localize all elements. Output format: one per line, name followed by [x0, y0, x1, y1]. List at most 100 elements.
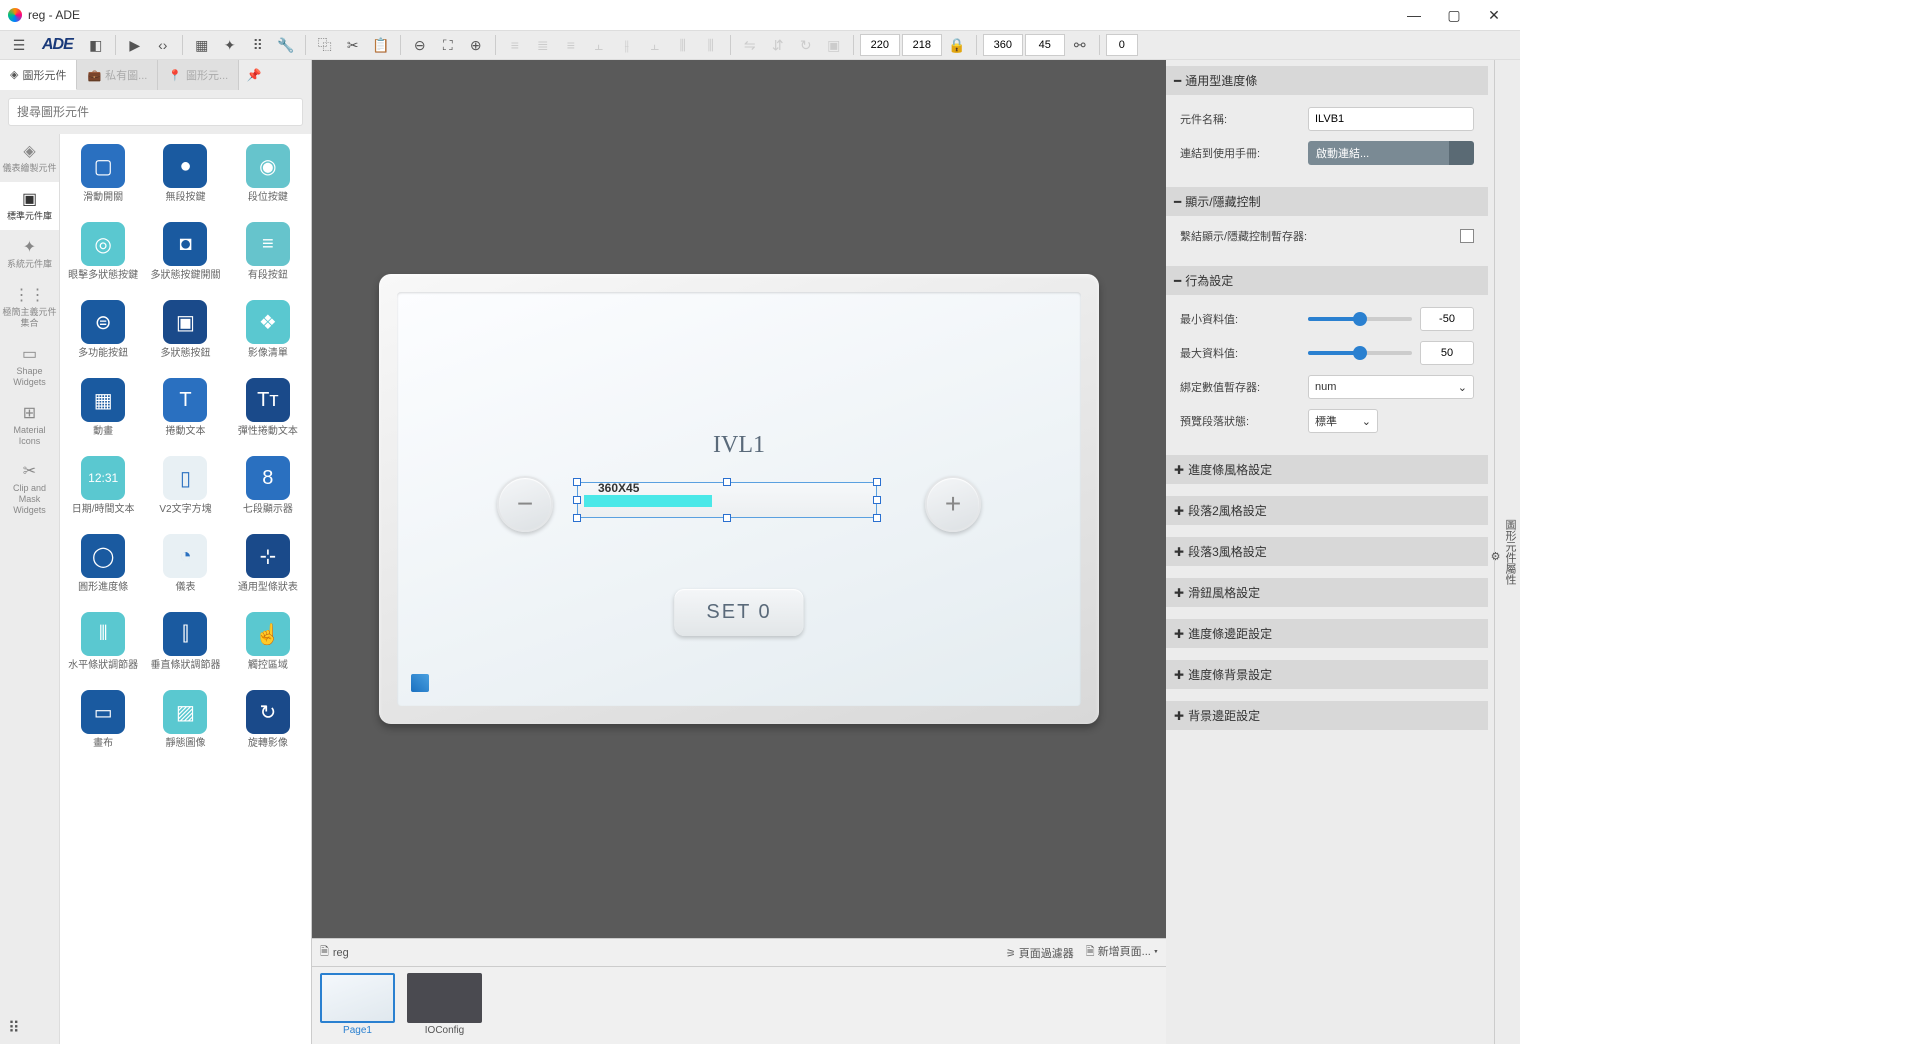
pos-x-input[interactable] [860, 34, 900, 56]
apps-grid-icon[interactable]: ⠿ [8, 1018, 20, 1038]
category-sys[interactable]: ✦系統元件庫 [0, 230, 59, 278]
widget-item[interactable]: 12:31日期/時間文本 [64, 456, 142, 516]
widget-item[interactable]: ◔儀表 [146, 534, 224, 594]
widget-item[interactable]: ◉段位按鍵 [229, 144, 307, 204]
page-filter-button[interactable]: ⚞ 頁面過濾器 [1006, 945, 1074, 961]
widget-item[interactable]: ↻旋轉影像 [229, 690, 307, 750]
category-shape[interactable]: ▭Shape Widgets [0, 337, 59, 396]
align-middle-button[interactable]: ⫲ [614, 33, 640, 57]
cut-button[interactable]: ✂ [340, 33, 366, 57]
category-dash[interactable]: ◈儀表繪製元件 [0, 134, 59, 182]
section-visibility[interactable]: ━顯示/隱藏控制 [1166, 187, 1488, 216]
section-thumb-style[interactable]: ✚滑鈕風格設定 [1166, 578, 1488, 607]
widget-item[interactable]: ⊜多功能按鈕 [64, 300, 142, 360]
tab-private[interactable]: 💼 私有圖... [77, 60, 158, 90]
zoom-out-button[interactable]: ⊖ [407, 33, 433, 57]
min-input[interactable] [1420, 307, 1474, 331]
right-panel-tab[interactable]: 圖形元件屬性 ⚙ [1494, 60, 1520, 1044]
dist-v-button[interactable]: ⫼ [698, 33, 724, 57]
widget-item[interactable]: ◘多狀態按鍵開關 [146, 222, 224, 282]
link-button[interactable]: 啟動連結... [1308, 141, 1474, 165]
tab-location[interactable]: 📍 圖形元... [158, 60, 239, 90]
min-slider[interactable] [1308, 317, 1412, 321]
widget-item[interactable]: ❖影像清單 [229, 300, 307, 360]
section-general[interactable]: ━通用型進度條 [1166, 66, 1488, 95]
add-page-button[interactable]: 🗎 新增頁面... ▾ [1086, 943, 1158, 962]
bind-show-checkbox[interactable] [1460, 229, 1474, 243]
section-bg-margin[interactable]: ✚背景邊距設定 [1166, 701, 1488, 730]
widget-item[interactable]: ▯V2文字方塊 [146, 456, 224, 516]
section-progress-style[interactable]: ✚進度條風格設定 [1166, 455, 1488, 484]
widget-item[interactable]: ⫿垂直條狀調節器 [146, 612, 224, 672]
run-button[interactable]: ▶ [122, 33, 148, 57]
resize-handle-s[interactable] [723, 514, 731, 522]
category-mat[interactable]: ⊞Material Icons [0, 396, 59, 455]
group-button[interactable]: ▣ [821, 33, 847, 57]
canvas-viewport[interactable]: IVL1 − + 360X45 SET [312, 60, 1166, 938]
maximize-button[interactable]: ▢ [1444, 7, 1464, 24]
widget-item[interactable]: ⫴水平條狀調節器 [64, 612, 142, 672]
resize-handle-e[interactable] [873, 496, 881, 504]
widget-item[interactable]: ▭畫布 [64, 690, 142, 750]
resize-handle-ne[interactable] [873, 478, 881, 486]
section-behavior[interactable]: ━行為設定 [1166, 266, 1488, 295]
apps-button[interactable]: ⠿ [245, 33, 271, 57]
widget-item[interactable]: ▨靜態圖像 [146, 690, 224, 750]
flip-v-button[interactable]: ⇵ [765, 33, 791, 57]
widget-item[interactable]: ◎眼擊多狀態按鍵 [64, 222, 142, 282]
max-slider[interactable] [1308, 351, 1412, 355]
reg-select[interactable]: num⌄ [1308, 375, 1474, 399]
minimize-button[interactable]: — [1404, 7, 1424, 24]
size-h-input[interactable] [1025, 34, 1065, 56]
widget-item[interactable]: ●無段按鍵 [146, 144, 224, 204]
zoom-in-button[interactable]: ⊕ [463, 33, 489, 57]
tab-components[interactable]: ◈ 圖形元件 [0, 60, 77, 90]
widget-item[interactable]: 8七段顯示器 [229, 456, 307, 516]
lock-position-button[interactable]: 🔒 [944, 33, 970, 57]
grid-button[interactable]: ▦ [189, 33, 215, 57]
copy-button[interactable]: ⿻ [312, 33, 338, 57]
widget-item[interactable]: Tт彈性捲動文本 [229, 378, 307, 438]
category-clip[interactable]: ✂Clip and Mask Widgets [0, 454, 59, 524]
search-input[interactable] [8, 98, 303, 126]
paste-button[interactable]: 📋 [368, 33, 394, 57]
align-bottom-button[interactable]: ⫠ [642, 33, 668, 57]
wrench-button[interactable]: 🔧 [273, 33, 299, 57]
category-min[interactable]: ⋮⋮極簡主義元件集合 [0, 278, 59, 337]
widget-item[interactable]: ⊹通用型條狀表 [229, 534, 307, 594]
align-center-button[interactable]: ≣ [530, 33, 556, 57]
puzzle-button[interactable]: ✦ [217, 33, 243, 57]
resize-handle-n[interactable] [723, 478, 731, 486]
section-seg2-style[interactable]: ✚段落2風格設定 [1166, 496, 1488, 525]
code-button[interactable]: ‹› [150, 33, 176, 57]
section-progress-bg[interactable]: ✚進度條背景設定 [1166, 660, 1488, 689]
align-left-button[interactable]: ≡ [502, 33, 528, 57]
preview-select[interactable]: 標準⌄ [1308, 409, 1378, 433]
widget-item[interactable]: ▦動畫 [64, 378, 142, 438]
section-seg3-style[interactable]: ✚段落3風格設定 [1166, 537, 1488, 566]
pos-y-input[interactable] [902, 34, 942, 56]
name-input[interactable] [1308, 107, 1474, 131]
page-thumb[interactable]: IOConfig [407, 973, 482, 1036]
device-screen[interactable]: IVL1 − + 360X45 SET [397, 292, 1081, 706]
max-input[interactable] [1420, 341, 1474, 365]
align-top-button[interactable]: ⫠ [586, 33, 612, 57]
toggle-left-panel-button[interactable]: ◧ [83, 33, 109, 57]
section-progress-margin[interactable]: ✚進度條邊距設定 [1166, 619, 1488, 648]
widget-item[interactable]: ▣多狀態按鈕 [146, 300, 224, 360]
selected-progress-bar[interactable]: 360X45 [577, 482, 877, 518]
size-w-input[interactable] [983, 34, 1023, 56]
rotation-input[interactable] [1106, 34, 1138, 56]
dist-h-button[interactable]: ⫼ [670, 33, 696, 57]
flip-h-button[interactable]: ⇋ [737, 33, 763, 57]
widget-item[interactable]: ≡有段按鈕 [229, 222, 307, 282]
close-button[interactable]: ✕ [1484, 7, 1504, 24]
page-thumb[interactable]: Page1 [320, 973, 395, 1036]
zoom-fit-button[interactable]: ⛶ [435, 33, 461, 57]
widget-item[interactable]: ▢滑動開關 [64, 144, 142, 204]
widget-item[interactable]: ☝觸控區域 [229, 612, 307, 672]
link-size-button[interactable]: ⚯ [1067, 33, 1093, 57]
align-right-button[interactable]: ≡ [558, 33, 584, 57]
resize-handle-se[interactable] [873, 514, 881, 522]
widget-item[interactable]: ◯圓形進度條 [64, 534, 142, 594]
